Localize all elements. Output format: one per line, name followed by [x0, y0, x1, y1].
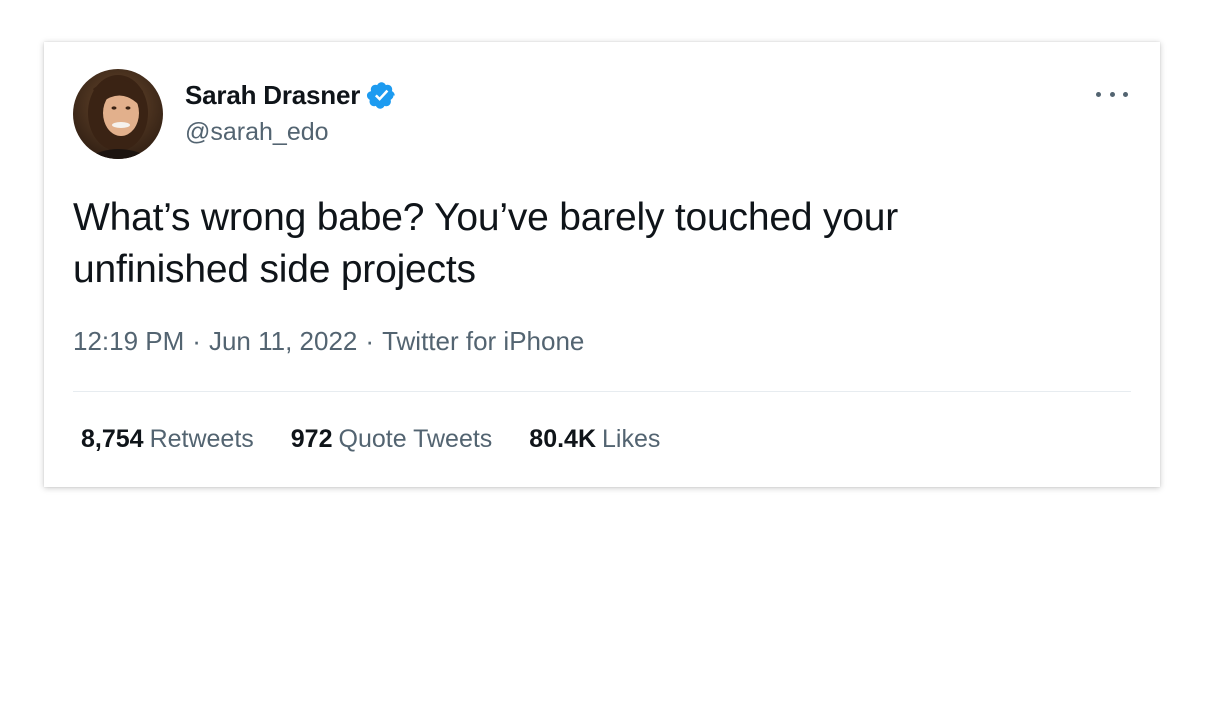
tweet-source[interactable]: Twitter for iPhone	[382, 326, 584, 357]
author-name-row[interactable]: Sarah Drasner	[185, 78, 397, 112]
quote-tweets-stat[interactable]: 972 Quote Tweets	[291, 425, 493, 454]
tweet-card: Sarah Drasner @sarah_edo What’s wrong ba…	[44, 42, 1160, 487]
quote-tweets-count: 972	[290, 425, 333, 453]
more-dots-icon	[1096, 91, 1101, 97]
tweet-text: What’s wrong babe? You’ve barely touched…	[73, 192, 1073, 296]
likes-stat[interactable]: 80.4K Likes	[529, 425, 660, 454]
divider	[73, 391, 1131, 392]
author-display-name[interactable]: Sarah Drasner	[185, 80, 360, 111]
retweets-stat[interactable]: 8,754 Retweets	[81, 425, 254, 454]
tweet-meta: 12:19 PM · Jun 11, 2022 · Twitter for iP…	[73, 326, 584, 357]
tweet-text-line: What’s wrong babe? You’ve barely touched…	[73, 196, 899, 239]
tweet-text-line: unfinished side projects	[73, 248, 476, 291]
meta-separator: ·	[365, 326, 375, 356]
likes-count: 80.4K	[529, 425, 597, 453]
more-dots-icon	[1123, 91, 1128, 97]
quote-tweets-label: Quote Tweets	[338, 425, 493, 453]
profile-photo-icon	[73, 69, 163, 159]
likes-label: Likes	[602, 425, 661, 453]
more-dots-icon	[1109, 91, 1115, 97]
retweets-label: Retweets	[149, 425, 254, 453]
tweet-stats: 8,754 Retweets 972 Quote Tweets 80.4K Likes	[81, 425, 697, 454]
tweet-date[interactable]: Jun 11, 2022	[209, 326, 357, 357]
meta-separator: ·	[192, 326, 201, 356]
author-handle[interactable]: @sarah_edo	[185, 118, 329, 147]
tweet-time[interactable]: 12:19 PM	[73, 326, 184, 357]
retweets-count: 8,754	[81, 425, 144, 453]
verified-badge-icon	[367, 81, 395, 109]
avatar[interactable]	[73, 69, 163, 159]
more-options-button[interactable]	[1096, 84, 1128, 104]
